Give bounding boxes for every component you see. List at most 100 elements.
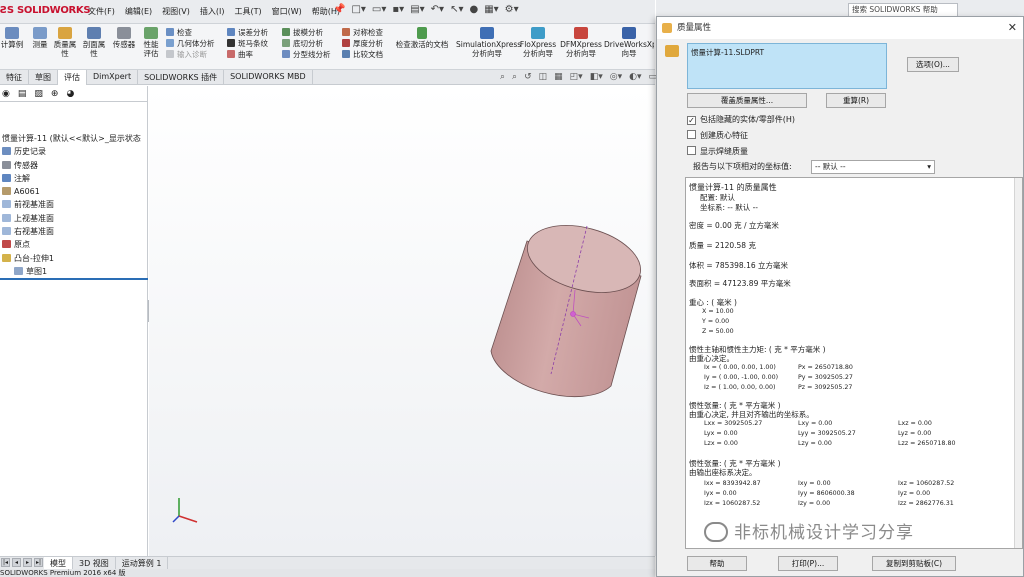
import-diagnostics-button[interactable]: 输入诊断 <box>166 49 215 60</box>
driveworksxpress-icon <box>622 27 636 39</box>
menu-window[interactable]: 窗口(W) <box>272 6 302 17</box>
tree-item-sketch[interactable]: 草图1 <box>0 265 148 278</box>
first-tab-button[interactable]: |◂ <box>1 558 10 567</box>
parting-line-analysis-button[interactable]: 分型线分析 <box>282 49 331 60</box>
tab-model[interactable]: 模型 <box>44 557 73 569</box>
feature-tree-tab-icon[interactable]: ◉ <box>2 89 10 99</box>
compare-documents-button[interactable]: 比较文档 <box>342 49 383 60</box>
results-text-area[interactable]: 惯量计算-11 的质量属性 配置: 默认 坐标系: -- 默认 -- 密度 = … <box>685 177 1023 549</box>
zoom-area-icon[interactable]: ⌕ <box>512 72 517 82</box>
help-button[interactable]: 帮助 <box>687 556 747 571</box>
symmetry-check-button[interactable]: 对称检查 <box>342 27 383 38</box>
floxpress-button[interactable]: FloXpress 分析向导 <box>518 27 558 58</box>
print-button[interactable]: 打印(P)... <box>778 556 838 571</box>
measure-button[interactable]: 测量 <box>30 27 50 49</box>
undo-icon[interactable]: ↶▾ <box>431 4 444 15</box>
menu-edit[interactable]: 编辑(E) <box>125 6 152 17</box>
display-style-icon[interactable]: ◧▾ <box>590 72 603 82</box>
rebuild-icon[interactable]: ● <box>469 4 478 15</box>
draft-analysis-button[interactable]: 拔模分析 <box>282 27 331 38</box>
performance-evaluation-button[interactable]: 性能评估 <box>140 27 162 58</box>
dimxpert-tab-icon[interactable]: ⊕ <box>51 89 59 99</box>
tree-item-boss-extrude[interactable]: 凸台-拉伸1 <box>0 252 148 265</box>
calc-example-button[interactable]: 计算例 <box>0 27 26 49</box>
undercut-analysis-button[interactable]: 底切分析 <box>282 38 331 49</box>
tree-root[interactable]: 惯量计算-11 (默认<<默认>_显示状态 <box>0 132 148 145</box>
configuration-tab-icon[interactable]: ▨ <box>34 89 43 99</box>
pin-icon[interactable]: 📌 <box>333 4 345 15</box>
simulationxpress-button[interactable]: SimulationXpress 分析向导 <box>456 27 521 58</box>
previous-view-icon[interactable]: ↺ <box>524 72 532 82</box>
tree-item-annotations[interactable]: 注解 <box>0 172 148 185</box>
section-properties-button[interactable]: 剖面属性 <box>81 27 107 58</box>
rollback-bar[interactable] <box>0 278 148 280</box>
print-icon[interactable]: ▤▾ <box>410 4 424 15</box>
tree-item-history[interactable]: 历史记录 <box>0 145 148 158</box>
cylinder-model[interactable] <box>490 214 648 398</box>
recalculate-button[interactable]: 重算(R) <box>826 93 886 108</box>
view-orientation-icon[interactable]: ◰▾ <box>570 72 583 82</box>
tensor2-cell: Iyx = 0.00 <box>704 490 737 497</box>
check-active-document-button[interactable]: 检查激活的文档 <box>393 27 451 49</box>
thickness-analysis-button[interactable]: 厚度分析 <box>342 38 383 49</box>
menu-file[interactable]: 文件(F) <box>88 6 115 17</box>
tab-features[interactable]: 特征 <box>0 70 29 85</box>
save-icon[interactable]: ▪▾ <box>392 4 404 15</box>
menu-view[interactable]: 视图(V) <box>162 6 190 17</box>
geometry-analysis-button[interactable]: 几何体分析 <box>166 38 215 49</box>
mass-properties-button[interactable]: 质量属性 <box>52 27 78 58</box>
tab-motion-study[interactable]: 运动算例 1 <box>116 557 169 569</box>
curvature-button[interactable]: 曲率 <box>227 49 268 60</box>
dynamic-annotation-icon[interactable]: ▦ <box>554 72 563 82</box>
help-search-input[interactable]: 搜索 SOLIDWORKS 帮助 <box>848 3 958 17</box>
results-scrollbar[interactable] <box>1014 178 1022 548</box>
check-button[interactable]: 检查 <box>166 27 215 38</box>
select-icon[interactable]: ↖▾ <box>450 4 463 15</box>
tree-item-right-plane[interactable]: 右视基准面 <box>0 225 148 238</box>
geometry-analysis-icon <box>166 39 174 47</box>
tree-item-origin[interactable]: 原点 <box>0 238 148 251</box>
menu-insert[interactable]: 插入(I) <box>200 6 225 17</box>
appearance-icon[interactable]: ◐▾ <box>629 72 641 82</box>
tab-3d-views[interactable]: 3D 视图 <box>73 557 116 569</box>
zoom-fit-icon[interactable]: ⌕ <box>500 72 505 82</box>
tree-item-sensors[interactable]: 传感器 <box>0 159 148 172</box>
selection-list[interactable]: 惯量计算-11.SLDPRT <box>687 43 887 89</box>
override-mass-properties-button[interactable]: 覆盖质量属性... <box>687 93 807 108</box>
tab-addins[interactable]: SOLIDWORKS 插件 <box>138 70 225 85</box>
options-button[interactable]: 选项(O)... <box>907 57 959 72</box>
next-tab-button[interactable]: ▸ <box>23 558 32 567</box>
create-center-of-mass-checkbox[interactable]: 创建质心特征 <box>687 130 748 141</box>
tree-item-front-plane[interactable]: 前视基准面 <box>0 198 148 211</box>
checkmark-icon: ✓ <box>687 116 696 125</box>
coordinate-system-select[interactable]: -- 默认 -- ▾ <box>811 160 935 174</box>
last-tab-button[interactable]: ▸| <box>34 558 43 567</box>
zebra-stripes-button[interactable]: 斑马条纹 <box>227 38 268 49</box>
open-icon[interactable]: ▭▾ <box>372 4 386 15</box>
dfmxpress-button[interactable]: DFMXpress 分析向导 <box>559 27 603 58</box>
show-weld-mass-checkbox[interactable]: 显示焊缝质量 <box>687 146 748 157</box>
hide-show-icon[interactable]: ◎▾ <box>610 72 622 82</box>
tab-sketch[interactable]: 草图 <box>29 70 58 85</box>
include-hidden-checkbox[interactable]: ✓ 包括隐藏的实体/零部件(H) <box>687 115 795 125</box>
tab-mbd[interactable]: SOLIDWORKS MBD <box>224 70 313 85</box>
options-icon[interactable]: ⚙▾ <box>505 4 519 15</box>
menu-tools[interactable]: 工具(T) <box>234 6 261 17</box>
sensor-button[interactable]: 传感器 <box>110 27 138 49</box>
copy-to-clipboard-button[interactable]: 复制到剪贴板(C) <box>872 556 956 571</box>
prev-tab-button[interactable]: ◂ <box>12 558 21 567</box>
tree-item-top-plane[interactable]: 上视基准面 <box>0 212 148 225</box>
tab-dimxpert[interactable]: DimXpert <box>87 70 139 85</box>
file-properties-icon[interactable]: ▦▾ <box>484 4 498 15</box>
close-icon[interactable]: ✕ <box>1008 21 1017 34</box>
tab-evaluate[interactable]: 评估 <box>58 70 87 85</box>
new-document-icon[interactable]: □▾ <box>351 4 365 15</box>
deviation-analysis-button[interactable]: 误差分析 <box>227 27 268 38</box>
selected-item[interactable]: 惯量计算-11.SLDPRT <box>691 48 764 57</box>
driveworksxpress-button[interactable]: DriveWorksXpress 向导 <box>604 27 654 58</box>
property-manager-tab-icon[interactable]: ▤ <box>18 89 27 99</box>
graphics-area[interactable] <box>149 86 656 556</box>
tree-item-material[interactable]: A6061 <box>0 185 148 198</box>
section-view-icon[interactable]: ◫ <box>539 72 548 82</box>
display-manager-tab-icon[interactable]: ◕ <box>66 89 74 99</box>
